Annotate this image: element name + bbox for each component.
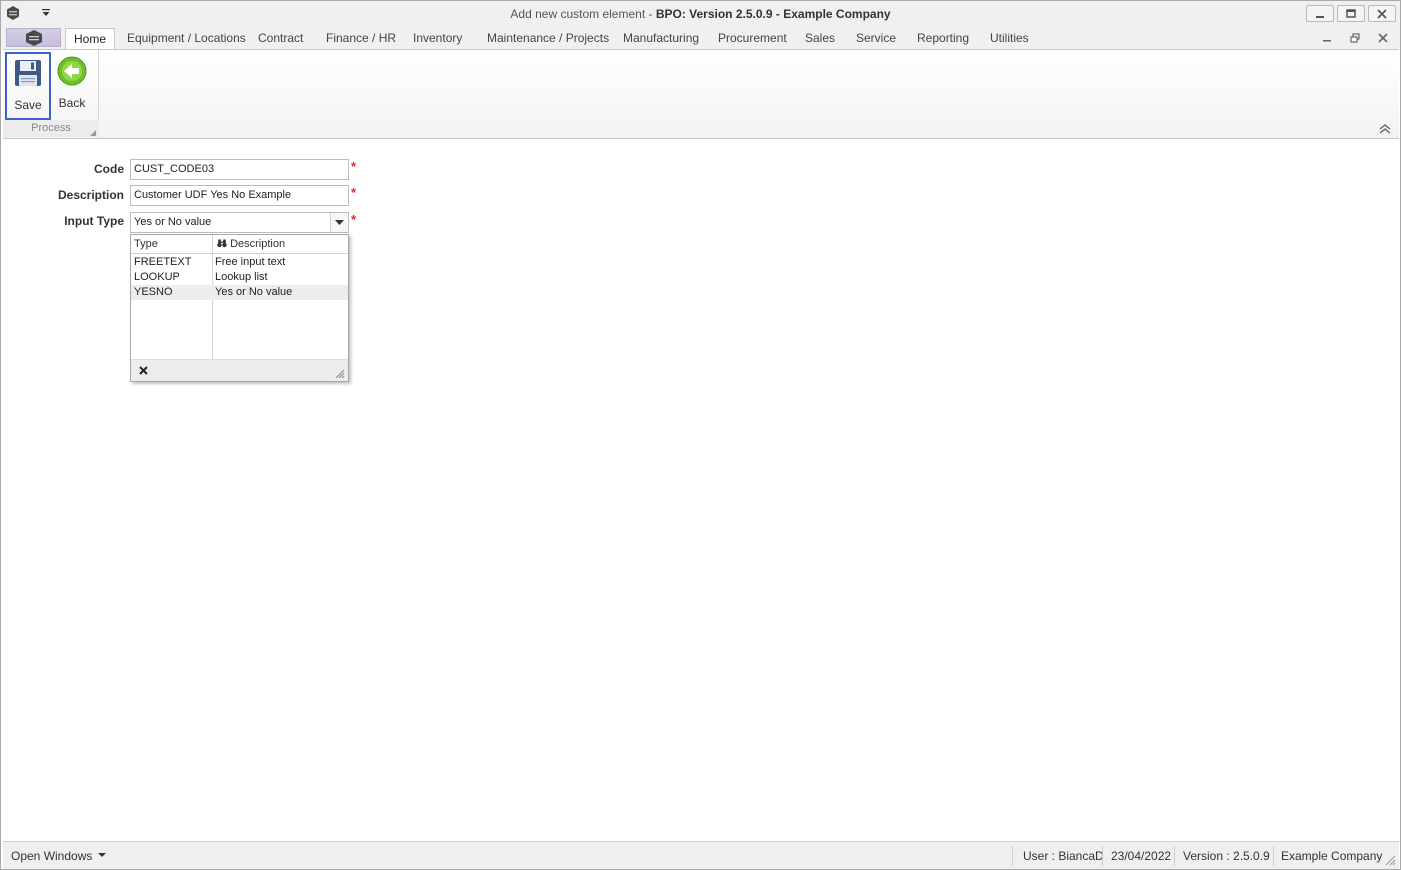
dropdown-header: Type Description: [131, 235, 348, 254]
restore-icon: [1350, 33, 1360, 43]
input-type-value: Yes or No value: [134, 216, 212, 228]
back-arrow-icon: [57, 56, 87, 86]
app-window: Add new custom element - BPO: Version 2.…: [0, 0, 1401, 870]
minimize-icon: [1316, 15, 1324, 18]
app-menu-logo-icon: [25, 29, 42, 46]
window-title-prefix: Add new custom element -: [510, 7, 656, 21]
window-resize-grip-icon[interactable]: [1385, 855, 1396, 866]
list-item-type: LOOKUP: [134, 271, 180, 283]
input-type-label: Input Type: [64, 214, 124, 228]
tab-service[interactable]: Service: [856, 27, 896, 49]
mdi-restore-button[interactable]: [1348, 32, 1362, 44]
save-button[interactable]: Save: [5, 52, 51, 120]
list-item-description: Free input text: [215, 256, 286, 268]
clear-icon[interactable]: [139, 366, 148, 375]
back-button[interactable]: Back: [49, 52, 95, 120]
collapse-ribbon-icon[interactable]: [1379, 124, 1391, 134]
ribbon-group-process: Save Back Process: [3, 50, 99, 139]
window-title-main: BPO: Version 2.5.0.9 - Example Company: [655, 7, 891, 21]
maximize-button[interactable]: [1337, 5, 1365, 22]
column-header-description[interactable]: Description: [217, 235, 285, 254]
input-type-dropdown-button[interactable]: [330, 213, 348, 232]
tab-procurement[interactable]: Procurement: [718, 27, 787, 49]
tab-utilities[interactable]: Utilities: [990, 27, 1029, 49]
column-header-type[interactable]: Type: [134, 235, 158, 254]
dropdown-footer: [131, 359, 348, 381]
tab-contract[interactable]: Contract: [258, 27, 303, 49]
code-label: Code: [94, 162, 124, 176]
ribbon-group-label: Process: [3, 120, 99, 137]
status-separator: [1174, 846, 1175, 866]
status-bar: Open Windows User : BiancaD 23/04/2022 V…: [3, 841, 1399, 869]
tab-equipment-locations[interactable]: Equipment / Locations: [127, 27, 246, 49]
list-item-description: Lookup list: [215, 271, 268, 283]
minimize-icon: [1323, 40, 1331, 42]
list-item-type: YESNO: [134, 286, 173, 298]
description-input[interactable]: Customer UDF Yes No Example: [130, 185, 349, 206]
status-version: Version : 2.5.0.9: [1183, 849, 1270, 863]
dropdown-arrow-icon: [335, 219, 344, 225]
list-item[interactable]: FREETEXT Free input text: [131, 255, 348, 270]
status-separator: [1012, 846, 1013, 866]
ribbon-tabs: Home Equipment / Locations Contract Fina…: [1, 27, 1400, 50]
tab-inventory[interactable]: Inventory: [413, 27, 462, 49]
input-type-dropdown: Type Description FREETEXT Free input tex…: [130, 234, 349, 382]
input-type-required-mark: *: [351, 212, 357, 227]
floppy-disk-icon: [15, 60, 41, 86]
title-bar: Add new custom element - BPO: Version 2.…: [1, 1, 1400, 27]
tab-sales[interactable]: Sales: [805, 27, 835, 49]
ribbon-panel: Save Back Process: [3, 49, 1399, 139]
column-header-description-label: Description: [230, 238, 286, 250]
binoculars-icon: [217, 239, 227, 248]
back-button-label: Back: [58, 96, 86, 110]
code-required-mark: *: [351, 159, 357, 174]
open-windows-label: Open Windows: [11, 849, 93, 863]
tab-finance-hr[interactable]: Finance / HR: [326, 27, 396, 49]
open-windows-button[interactable]: Open Windows: [11, 842, 106, 870]
window-title: Add new custom element - BPO: Version 2.…: [1, 7, 1400, 21]
save-button-label: Save: [14, 98, 42, 112]
list-item-description: Yes or No value: [215, 286, 293, 298]
minimize-button[interactable]: [1306, 5, 1334, 22]
resize-grip-icon[interactable]: [335, 369, 345, 379]
description-required-mark: *: [351, 185, 357, 200]
description-label: Description: [57, 188, 124, 202]
input-type-combobox[interactable]: Yes or No value: [130, 212, 349, 233]
tab-home[interactable]: Home: [65, 28, 116, 50]
status-user: User : BiancaD: [1023, 849, 1104, 863]
status-company: Example Company: [1281, 849, 1383, 863]
list-item-selected[interactable]: YESNO Yes or No value: [131, 285, 348, 300]
list-item[interactable]: LOOKUP Lookup list: [131, 270, 348, 285]
tab-maintenance-projects[interactable]: Maintenance / Projects: [487, 27, 609, 49]
mdi-minimize-button[interactable]: [1320, 32, 1334, 44]
application-menu-button[interactable]: [6, 28, 61, 47]
group-launcher-icon[interactable]: [90, 130, 96, 136]
status-separator: [1102, 846, 1103, 866]
close-button[interactable]: [1368, 5, 1396, 22]
code-input[interactable]: CUST_CODE03: [130, 159, 349, 180]
mdi-close-button[interactable]: [1376, 32, 1390, 44]
status-date: 23/04/2022: [1111, 849, 1172, 863]
close-icon: [1377, 8, 1387, 19]
list-item-type: FREETEXT: [134, 256, 192, 268]
status-separator: [1273, 846, 1274, 866]
tab-reporting[interactable]: Reporting: [917, 27, 969, 49]
close-icon: [1378, 33, 1388, 43]
chevron-down-icon: [97, 853, 106, 857]
maximize-icon: [1346, 8, 1356, 18]
tab-manufacturing[interactable]: Manufacturing: [623, 27, 699, 49]
